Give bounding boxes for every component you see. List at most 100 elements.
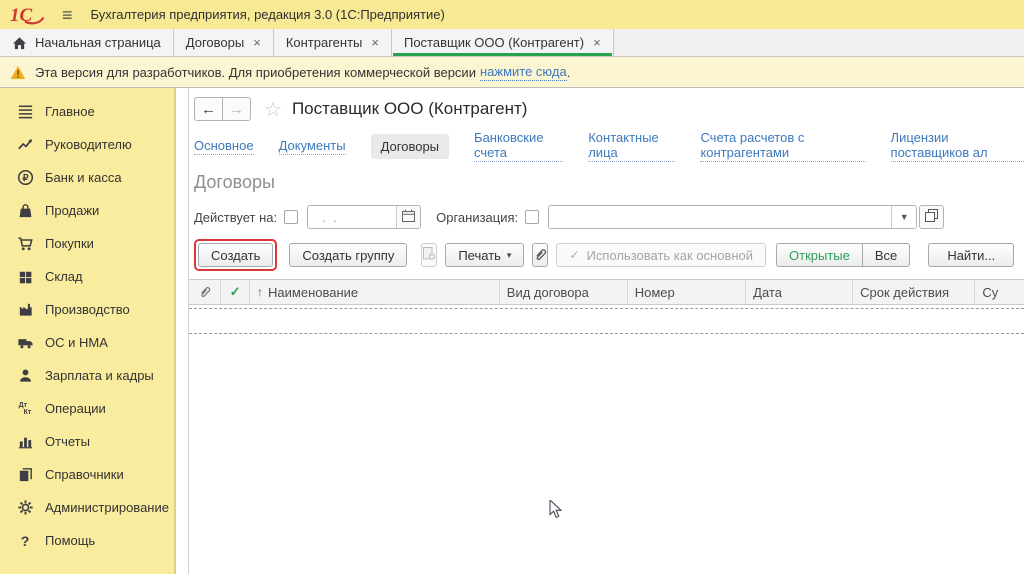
tab-label: Контрагенты	[286, 35, 363, 50]
purchase-link[interactable]: нажмите сюда	[480, 64, 567, 81]
print-button[interactable]: Печать ▾	[445, 243, 524, 267]
truck-icon	[15, 333, 35, 353]
tab-label: Договоры	[186, 35, 244, 50]
menu-lines-icon	[15, 102, 35, 122]
use-as-main-button[interactable]: ✓ Использовать как основной	[556, 243, 766, 267]
sidebar-item-manager[interactable]: Руководителю	[0, 128, 174, 161]
valid-on-checkbox[interactable]	[284, 210, 298, 224]
sidebar-item-bank-cash[interactable]: ₽ Банк и касса	[0, 161, 174, 194]
annotation-highlight: Создать	[194, 239, 277, 271]
tab-home[interactable]: Начальная страница	[0, 29, 174, 56]
sidebar-item-main[interactable]: Главное	[0, 95, 174, 128]
bar-chart-icon	[15, 432, 35, 452]
caret-down-icon: ▾	[507, 250, 512, 261]
tab-postavshchik[interactable]: Поставщик ООО (Контрагент) ×	[392, 29, 614, 56]
mouse-cursor	[549, 500, 565, 523]
tab-label: Поставщик ООО (Контрагент)	[404, 35, 584, 50]
sidebar-item-label: Производство	[45, 302, 130, 317]
column-label: Вид договора	[507, 285, 589, 300]
column-header-name[interactable]: ↑ Наименование	[250, 280, 500, 304]
sidebar-item-production[interactable]: Производство	[0, 293, 174, 326]
sidebar-item-purchases[interactable]: Покупки	[0, 227, 174, 260]
organization-checkbox[interactable]	[525, 210, 539, 224]
section-title: Договоры	[194, 172, 1024, 193]
sidebar-item-help[interactable]: ? Помощь	[0, 524, 174, 557]
valid-on-label: Действует на:	[194, 210, 277, 225]
date-field	[307, 205, 421, 229]
sidebar-item-label: ОС и НМА	[45, 335, 108, 350]
nav-link-litsenzii[interactable]: Лицензии поставщиков ал	[891, 130, 1024, 162]
sidebar-item-label: Главное	[45, 104, 95, 119]
forward-button[interactable]: →	[222, 97, 251, 121]
sidebar-item-administration[interactable]: Администрирование	[0, 491, 174, 524]
cart-icon	[15, 234, 35, 254]
open-contracts-toggle[interactable]: Открытые	[776, 243, 863, 267]
ruble-coin-icon: ₽	[15, 168, 35, 188]
developer-version-banner: Эта версия для разработчиков. Для приобр…	[0, 57, 1024, 88]
nav-link-kontaktnye-litsa[interactable]: Контактные лица	[588, 130, 675, 162]
column-header-date[interactable]: Дата	[746, 280, 853, 304]
nav-link-dogovory[interactable]: Договоры	[371, 134, 449, 159]
sidebar-item-label: Администрирование	[45, 500, 169, 515]
favorite-star-icon[interactable]: ☆	[264, 97, 282, 122]
sidebar-item-sales[interactable]: Продажи	[0, 194, 174, 227]
column-header-term[interactable]: Срок действия	[853, 280, 975, 304]
back-button[interactable]: ←	[194, 97, 223, 121]
find-button[interactable]: Найти...	[928, 243, 1014, 267]
nav-link-osnovnoe[interactable]: Основное	[194, 138, 254, 155]
copy-button[interactable]	[421, 243, 437, 267]
paperclip-icon	[533, 246, 547, 264]
tab-kontragenty[interactable]: Контрагенты ×	[274, 29, 392, 56]
open-list-button[interactable]	[919, 205, 944, 229]
sidebar-item-directories[interactable]: Справочники	[0, 458, 174, 491]
sidebar-item-label: Отчеты	[45, 434, 90, 449]
empty-table-row[interactable]	[188, 308, 1024, 334]
column-label: Номер	[635, 285, 675, 300]
calendar-icon	[402, 209, 415, 225]
column-header-number[interactable]: Номер	[628, 280, 746, 304]
create-group-button[interactable]: Создать группу	[289, 243, 407, 267]
paperclip-icon	[198, 284, 211, 301]
nav-link-dokumenty[interactable]: Документы	[279, 138, 346, 155]
all-contracts-toggle[interactable]: Все	[862, 243, 910, 267]
open-list-icon	[925, 209, 938, 225]
blocks-icon	[15, 267, 35, 287]
main-menu-icon[interactable]: ≡	[62, 6, 73, 24]
organization-input[interactable]	[549, 206, 891, 228]
close-icon[interactable]: ×	[371, 35, 379, 50]
sidebar-item-label: Зарплата и кадры	[45, 368, 154, 383]
sidebar-item-salary-hr[interactable]: Зарплата и кадры	[0, 359, 174, 392]
dropdown-arrow-icon[interactable]: ▼	[891, 206, 916, 228]
column-header-sum[interactable]: Су	[975, 280, 1024, 304]
sidebar-item-fixed-assets[interactable]: ОС и НМА	[0, 326, 174, 359]
organization-field: ▼	[548, 205, 917, 229]
create-button[interactable]: Создать	[198, 243, 273, 267]
close-icon[interactable]: ×	[253, 35, 261, 50]
nav-link-scheta-raschetov[interactable]: Счета расчетов с контрагентами	[700, 130, 865, 162]
banner-text: Эта версия для разработчиков. Для приобр…	[35, 65, 476, 80]
close-icon[interactable]: ×	[593, 35, 601, 50]
svg-text:₽: ₽	[22, 173, 28, 184]
sidebar-item-operations[interactable]: ДтКт Операции	[0, 392, 174, 425]
sidebar-item-reports[interactable]: Отчеты	[0, 425, 174, 458]
main-flag-column-header[interactable]: ✓	[221, 280, 250, 304]
question-icon: ?	[15, 531, 35, 551]
column-header-kind[interactable]: Вид договора	[500, 280, 628, 304]
contracts-table: ✓ ↑ Наименование Вид договора Номер Дата…	[189, 279, 1024, 334]
1c-logo-icon: 1С	[10, 5, 46, 25]
date-input[interactable]	[308, 206, 396, 228]
attachments-button[interactable]	[532, 243, 548, 267]
tab-dogovory[interactable]: Договоры ×	[174, 29, 274, 56]
sort-asc-icon: ↑	[257, 285, 263, 299]
calendar-button[interactable]	[396, 206, 420, 228]
books-icon	[15, 465, 35, 485]
attachment-column-header[interactable]	[189, 280, 221, 304]
check-icon: ✓	[569, 248, 579, 262]
nav-link-bankovskie-scheta[interactable]: Банковские счета	[474, 130, 563, 162]
home-icon	[12, 36, 27, 50]
sidebar-item-label: Покупки	[45, 236, 94, 251]
bag-icon	[15, 201, 35, 221]
sidebar-item-warehouse[interactable]: Склад	[0, 260, 174, 293]
page-title: Поставщик ООО (Контрагент)	[292, 99, 528, 119]
table-header-row: ✓ ↑ Наименование Вид договора Номер Дата…	[189, 279, 1024, 305]
